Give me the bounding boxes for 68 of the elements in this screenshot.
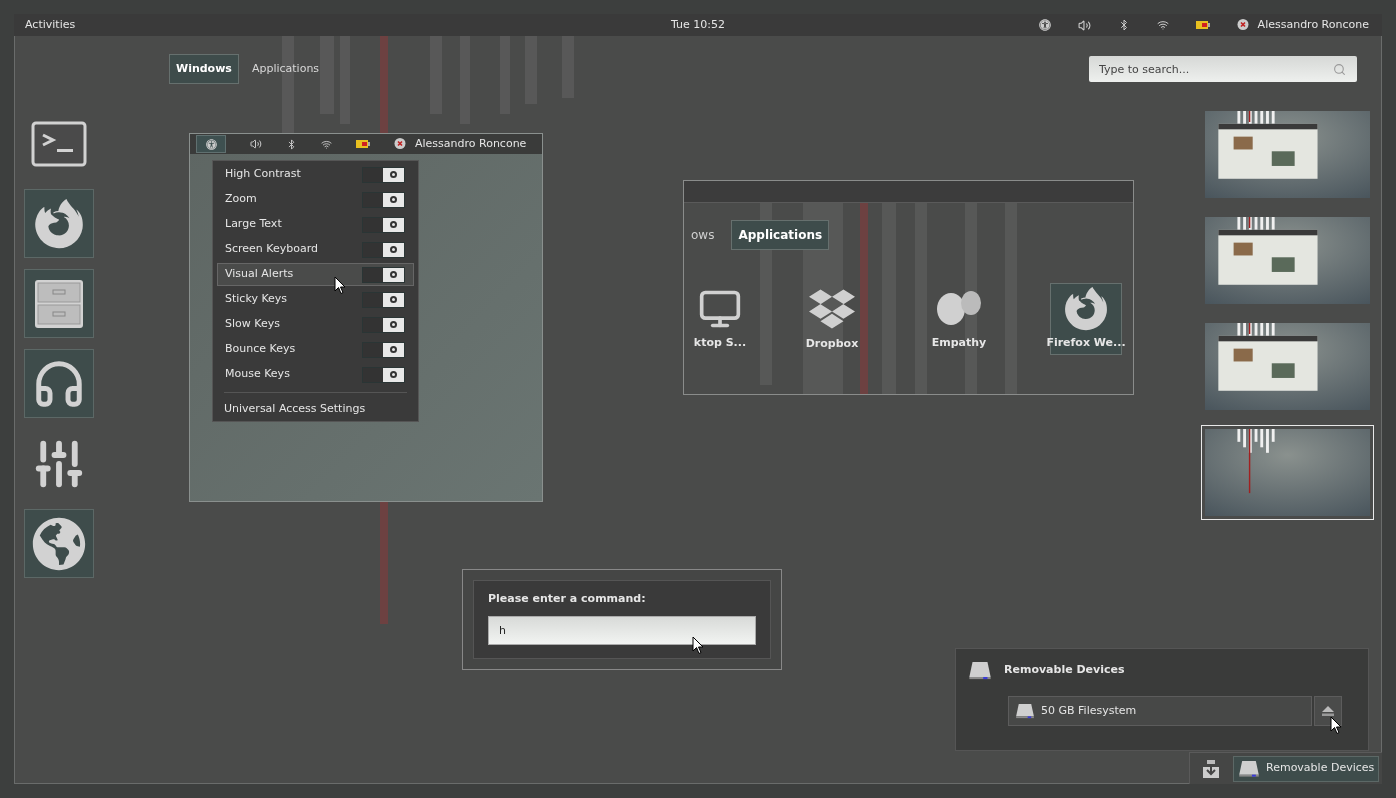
toggle-switch[interactable] bbox=[362, 341, 405, 358]
menu-item[interactable]: High Contrast bbox=[217, 163, 414, 186]
cursor-icon bbox=[1330, 716, 1342, 735]
drive-icon bbox=[1015, 703, 1035, 720]
toggle-switch[interactable] bbox=[362, 316, 405, 333]
eject-button[interactable] bbox=[1314, 696, 1342, 727]
menu-item[interactable]: Bounce Keys bbox=[217, 338, 414, 361]
menu-item[interactable]: Zoom bbox=[217, 188, 414, 211]
app-item[interactable]: ktop S... bbox=[684, 283, 756, 355]
fox-globe-icon bbox=[1064, 286, 1108, 331]
toggle-switch[interactable] bbox=[362, 216, 405, 233]
activities-button[interactable]: Activities bbox=[25, 16, 76, 34]
battery-icon bbox=[356, 140, 370, 148]
menu-item[interactable]: Sticky Keys bbox=[217, 288, 414, 311]
dock-item[interactable] bbox=[24, 269, 94, 338]
accessibility-tab[interactable] bbox=[196, 135, 226, 153]
dock-item[interactable] bbox=[24, 509, 94, 578]
toggle-switch[interactable] bbox=[362, 366, 405, 383]
terminal-icon bbox=[31, 120, 87, 167]
search-icon bbox=[1333, 63, 1346, 76]
cursor-icon bbox=[334, 276, 346, 295]
tray-item[interactable]: Removable Devices bbox=[1233, 755, 1380, 782]
toggle-switch[interactable] bbox=[362, 241, 405, 258]
toggle-switch[interactable] bbox=[362, 266, 405, 283]
battery-indicator[interactable] bbox=[356, 140, 370, 148]
battery-indicator[interactable] bbox=[1195, 21, 1210, 29]
menu-item[interactable]: Visual Alerts bbox=[217, 263, 414, 286]
menu-item[interactable]: Mouse Keys bbox=[217, 363, 414, 386]
switcher-tab[interactable]: Applications bbox=[731, 220, 830, 250]
toggle-switch[interactable] bbox=[362, 191, 405, 208]
device-button[interactable]: 50 GB Filesystem bbox=[1008, 696, 1312, 727]
fox-globe-icon bbox=[34, 198, 84, 249]
file-cabinet-icon bbox=[33, 277, 85, 330]
eject-icon bbox=[1322, 706, 1334, 717]
search-field[interactable]: Type to search... bbox=[1089, 56, 1357, 82]
dock-item[interactable] bbox=[24, 189, 94, 258]
settings-menu-item[interactable]: Universal Access Settings bbox=[213, 399, 418, 419]
drive-icon bbox=[1238, 759, 1260, 778]
battery-icon bbox=[1195, 21, 1210, 29]
notification-title: Removable Devices bbox=[1004, 662, 1125, 679]
toggle-switch[interactable] bbox=[362, 291, 405, 308]
accessibility-icon bbox=[205, 138, 217, 150]
bluetooth-icon[interactable] bbox=[286, 138, 297, 150]
volume-icon[interactable] bbox=[250, 138, 262, 150]
user-menu[interactable]: Alessandro Roncone bbox=[1257, 16, 1369, 34]
accessibility-icon[interactable] bbox=[1038, 19, 1051, 31]
command-field[interactable]: h bbox=[488, 615, 756, 645]
view-tab[interactable]: Applications bbox=[244, 54, 327, 84]
command-prompt: Please enter a command: bbox=[488, 591, 647, 607]
view-tab[interactable]: Windows bbox=[169, 54, 239, 84]
cursor-icon bbox=[692, 636, 704, 655]
app-item[interactable]: Empathy bbox=[923, 283, 995, 355]
drive-icon bbox=[968, 661, 992, 681]
toggle-switch[interactable] bbox=[362, 166, 405, 183]
clock[interactable]: Tue 10:52 bbox=[671, 16, 725, 34]
chat-bubble-icon bbox=[1236, 19, 1250, 31]
app-item[interactable]: Dropbox bbox=[796, 283, 868, 355]
wifi-icon[interactable] bbox=[1156, 19, 1169, 31]
wifi-icon[interactable] bbox=[321, 138, 332, 150]
dock-item[interactable] bbox=[24, 349, 94, 418]
globe-icon bbox=[32, 516, 86, 571]
menu-item[interactable]: Slow Keys bbox=[217, 313, 414, 336]
menu-item[interactable]: Large Text bbox=[217, 213, 414, 236]
chat-bubble-icon bbox=[394, 138, 407, 150]
menu-item[interactable]: Screen Keyboard bbox=[217, 238, 414, 261]
switcher-tab[interactable]: ows bbox=[684, 220, 722, 250]
volume-icon[interactable] bbox=[1077, 18, 1091, 32]
inbox-download-icon[interactable] bbox=[1201, 758, 1221, 779]
